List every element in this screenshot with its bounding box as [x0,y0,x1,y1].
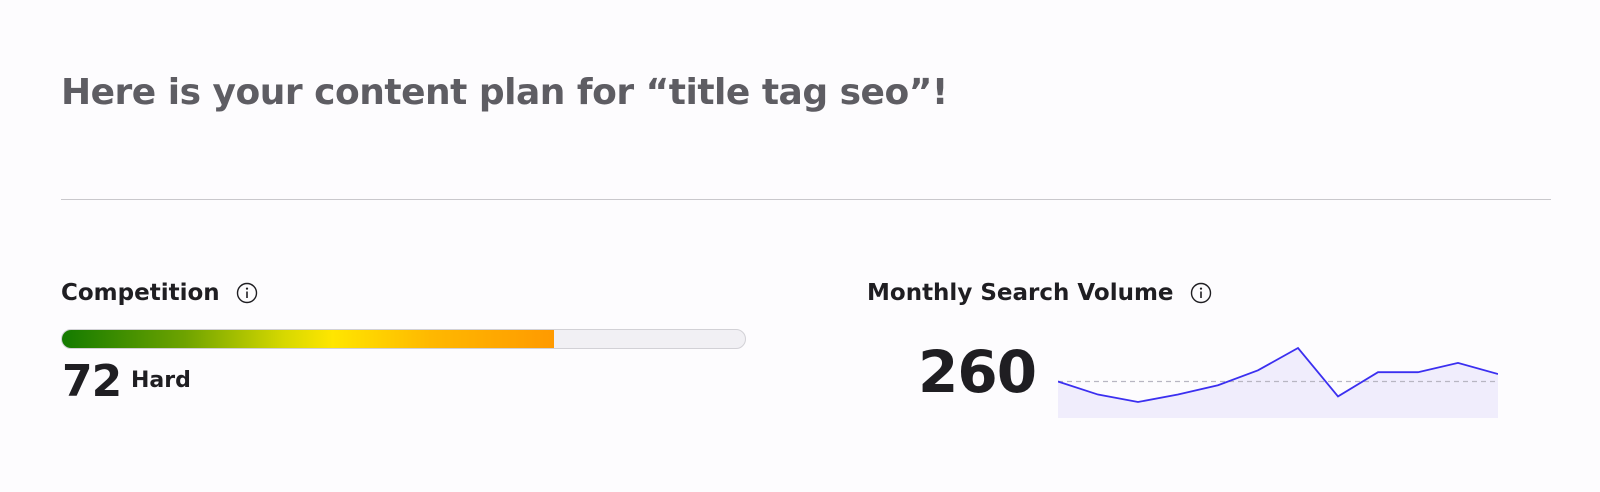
search-volume-sparkline [1058,346,1498,418]
competition-header: Competition [61,280,258,306]
competition-bar-fill [62,330,554,348]
page-title: Here is your content plan for “title tag… [61,72,948,113]
info-icon[interactable] [1190,282,1212,304]
section-divider [61,199,1551,200]
search-volume-label: Monthly Search Volume [867,280,1174,306]
search-volume-header: Monthly Search Volume [867,280,1212,306]
competition-label: Competition [61,280,220,306]
search-volume-value: 260 [918,338,1037,406]
competition-level: Hard [131,368,191,393]
info-icon[interactable] [236,282,258,304]
competition-bar [61,329,746,349]
competition-score: 72 [62,356,122,407]
